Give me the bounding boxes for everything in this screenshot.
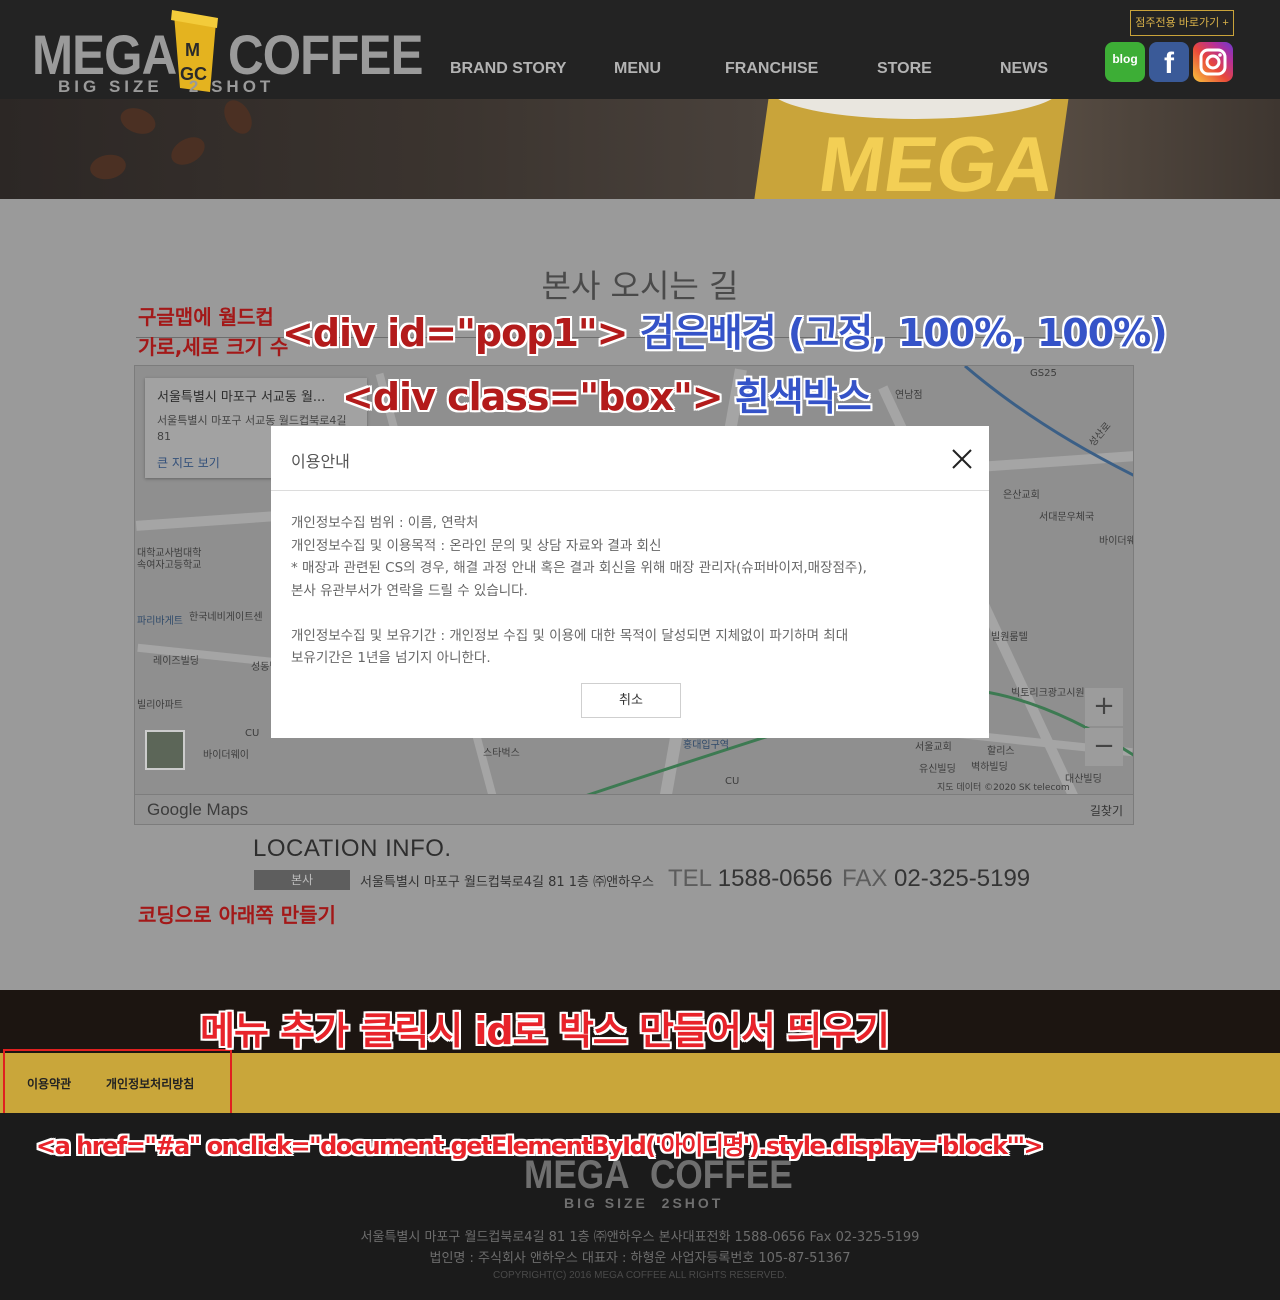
map-footer: Google Maps 길찾기 bbox=[135, 794, 1133, 824]
annotation-pop-div: <div id="pop1"> 검은배경 (고정, 100%, 100%) bbox=[282, 302, 1168, 357]
popup-line: 보유기간은 1년을 넘기지 아니한다. bbox=[291, 650, 491, 666]
popup-line: * 매장과 관련된 CS의 경우, 해결 과정 안내 혹은 결과 회신을 위해 … bbox=[291, 560, 867, 576]
map-label: 레이즈빌딩 bbox=[153, 656, 199, 667]
satellite-toggle[interactable] bbox=[145, 730, 185, 770]
facebook-label: f bbox=[1164, 47, 1174, 80]
coffee-bean bbox=[218, 99, 258, 139]
owner-shortcut-link[interactable]: 점주전용 바로가기 + bbox=[1130, 10, 1234, 36]
google-maps-logo: Google Maps bbox=[147, 800, 249, 819]
popup-body: 개인정보수집 범위 : 이름, 연락처 개인정보수집 및 이용목적 : 온라인 … bbox=[291, 512, 971, 670]
zoom-in-button[interactable]: + bbox=[1085, 688, 1123, 726]
map-label: 속여자고등학교 bbox=[137, 560, 202, 571]
map-label: 빅토리크광고시원 bbox=[1011, 688, 1085, 699]
annotation-coding-note: 코딩으로 아래쪽 만들기 bbox=[138, 903, 336, 927]
footer-logo-tagline: BIG SIZE 2SHOT bbox=[564, 1195, 724, 1211]
site-header: MEGA M GC COFFEE BIG SIZE 2 SHOT BRAND S… bbox=[0, 0, 1280, 99]
instagram-glyph bbox=[1199, 48, 1227, 76]
nav-news[interactable]: NEWS bbox=[1000, 60, 1048, 78]
footer-logo: MEGA COFFEE BIG SIZE 2SHOT bbox=[524, 1153, 793, 1223]
fax-number: 02-325-5199 bbox=[894, 865, 1031, 892]
nav-store[interactable]: STORE bbox=[877, 60, 932, 78]
zoom-out-button[interactable]: − bbox=[1085, 728, 1123, 766]
hq-badge: 본사 bbox=[254, 870, 350, 890]
facebook-icon[interactable]: f bbox=[1149, 42, 1189, 82]
instagram-icon[interactable] bbox=[1193, 42, 1233, 82]
annotation-pop-code: <div id="pop1"> bbox=[282, 311, 629, 355]
popup-header: 이용안내 bbox=[271, 426, 989, 491]
map-label: 바이더웨이 bbox=[203, 750, 249, 761]
annotation-map-note-1: 구글맵에 월드컵 bbox=[138, 305, 274, 329]
larger-map-link[interactable]: 큰 지도 보기 bbox=[157, 454, 220, 471]
popup-line: 개인정보수집 및 이용목적 : 온라인 문의 및 상담 자료와 결과 회신 bbox=[291, 537, 662, 554]
popup-line: 개인정보수집 및 보유기간 : 개인정보 수집 및 이용에 대한 목적이 달성되… bbox=[291, 627, 849, 644]
annotation-box-desc: 흰색박스 bbox=[734, 375, 872, 419]
cancel-button[interactable]: 취소 bbox=[581, 683, 681, 718]
close-icon[interactable] bbox=[947, 444, 977, 474]
popup-title: 이용안내 bbox=[291, 452, 350, 471]
map-label: 유신빌딩 bbox=[919, 764, 956, 775]
coffee-bean bbox=[166, 131, 210, 171]
tel-number: 1588-0656 bbox=[717, 865, 833, 892]
nav-franchise[interactable]: FRANCHISE bbox=[725, 60, 818, 78]
map-label: CU bbox=[245, 728, 260, 739]
map-label: 홍대입구역 bbox=[683, 740, 729, 751]
tel-label: TEL bbox=[668, 865, 712, 892]
popup-line bbox=[291, 602, 971, 625]
logo-tagline: BIG SIZE 2 SHOT bbox=[58, 77, 275, 96]
nav-brand-story[interactable]: BRAND STORY bbox=[450, 60, 566, 78]
map-label: 바이더웨 bbox=[1099, 536, 1134, 547]
map-label: 빌리아파트 bbox=[137, 700, 183, 711]
coffee-bean bbox=[116, 103, 160, 139]
map-label: 벽하빌딩 bbox=[971, 762, 1008, 773]
hq-tel: TEL 1588-0656 bbox=[668, 865, 833, 893]
map-label: 빌원룸텔 bbox=[991, 632, 1028, 643]
hero-banner: MEGA bbox=[0, 99, 1280, 199]
annotation-menu-note: 메뉴 추가 클릭시 id로 박스 만들어서 띄우기 bbox=[200, 1009, 890, 1053]
map-label: 한국네비게이트센 bbox=[189, 612, 263, 623]
annotation-code-note: <a href="#a" onclick="document.getElemen… bbox=[36, 1132, 1044, 1160]
directions-link[interactable]: 길찾기 bbox=[1090, 802, 1123, 819]
map-label: 서울교회 bbox=[915, 742, 952, 753]
nav-menu[interactable]: MENU bbox=[614, 60, 661, 78]
blog-icon[interactable]: blog bbox=[1105, 42, 1145, 82]
annotation-pop-desc: 검은배경 (고정, 100%, 100%) bbox=[639, 311, 1168, 355]
notice-popup: 이용안내 개인정보수집 범위 : 이름, 연락처 개인정보수집 및 이용목적 :… bbox=[271, 426, 989, 738]
map-copyright: 지도 데이터 ©2020 SK telecom bbox=[937, 783, 1070, 793]
logo-badge-m: M bbox=[185, 40, 200, 60]
map-label: 연남점 bbox=[895, 390, 923, 401]
footer-info-line-2: 법인명 : 주식회사 앤하우스 대표자 : 하형운 사업자등록번호 105-87… bbox=[429, 1251, 851, 1266]
logo[interactable]: MEGA M GC COFFEE BIG SIZE 2 SHOT bbox=[32, 8, 423, 98]
map-label: 은산교회 bbox=[1003, 490, 1040, 501]
hq-fax: FAX 02-325-5199 bbox=[842, 865, 1030, 893]
footer-info-line-1: 서울특별시 마포구 월드컵북로4길 81 1층 ㈜앤하우스 본사대표전화 158… bbox=[360, 1230, 920, 1245]
map-label: 스타벅스 bbox=[483, 748, 520, 759]
annotation-box-code: <div class="box"> bbox=[342, 375, 724, 419]
hq-address: 서울특별시 마포구 월드컵북로4길 81 1층 ㈜앤하우스 bbox=[360, 875, 654, 890]
annotation-map-note-2: 가로,세로 크기 수 bbox=[138, 335, 289, 359]
map-place-title: 서울특별시 마포구 서교동 월... bbox=[157, 390, 326, 405]
popup-line: 개인정보수집 범위 : 이름, 연락처 bbox=[291, 515, 479, 531]
popup-line: 본사 유관부서가 연락을 드릴 수 있습니다. bbox=[291, 582, 528, 599]
map-label: 할리스 bbox=[987, 746, 1015, 757]
map-label: 서대문우체국 bbox=[1039, 512, 1095, 523]
location-title: LOCATION INFO. bbox=[253, 835, 452, 862]
map-label: 파리바게트 bbox=[137, 616, 183, 627]
cup-brand-text: MEGA bbox=[813, 120, 1061, 199]
footer-copyright: COPYRIGHT(C) 2016 MEGA COFFEE ALL RIGHTS… bbox=[493, 1270, 787, 1281]
blog-label: blog bbox=[1112, 52, 1138, 66]
annotation-box-div: <div class="box"> 흰색박스 bbox=[342, 366, 872, 421]
fax-label: FAX bbox=[842, 865, 888, 892]
map-label: GS25 bbox=[1030, 368, 1057, 379]
map-label: 대산빌딩 bbox=[1065, 774, 1102, 785]
map-label: CU bbox=[725, 776, 740, 787]
coffee-bean bbox=[88, 152, 128, 182]
